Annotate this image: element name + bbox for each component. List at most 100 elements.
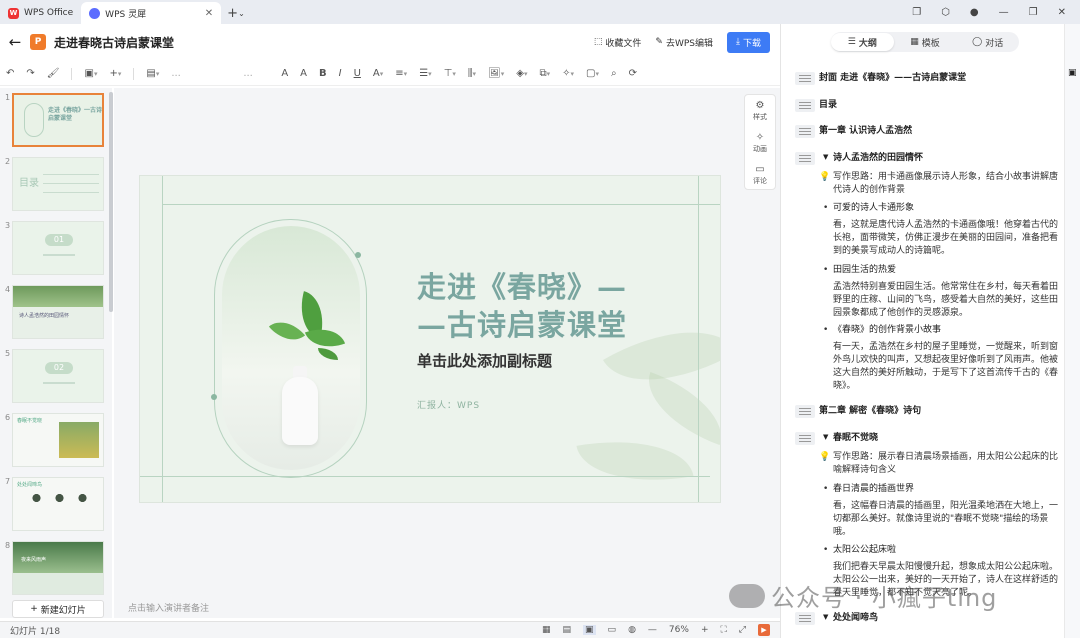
side-tool-icon[interactable]: ▣ — [1068, 68, 1077, 78]
favorite-button[interactable]: ⬚ 收藏文件 — [594, 36, 642, 49]
sorter-view-icon[interactable]: ▤ — [563, 625, 572, 635]
tab-template[interactable]: ▦ 模板 — [894, 33, 957, 51]
slide-reporter[interactable]: 汇报人：WPS — [417, 398, 480, 411]
zoom-level[interactable]: 76% — [669, 625, 689, 635]
undo-icon[interactable]: ↶ — [6, 68, 14, 79]
close-tab-icon[interactable]: ✕ — [205, 8, 213, 19]
writing-tip[interactable]: 写作思路：展示春日清晨场景插画，用太阳公公起床的比喻解释诗句含义 — [833, 451, 1064, 477]
shape-fill-icon[interactable]: ◈▾ — [516, 68, 527, 79]
edit-in-wps-button[interactable]: ✎ 去WPS编辑 — [655, 36, 713, 49]
maximize-icon[interactable]: ❐ — [1029, 7, 1038, 18]
outline-heading[interactable]: 第二章 解密《春晓》诗句 — [819, 405, 1056, 418]
collapse-arrow-icon[interactable]: ▼ — [823, 153, 828, 161]
outline-body[interactable]: 看，这幅春日清晨的插画里，阳光温柔地洒在大地上，一切都那么美好。就像诗里说的"春… — [833, 500, 1064, 539]
outline-body[interactable]: 孟浩然特别喜爱田园生活。他常常住在乡村，每天看着田野里的庄稼、山间的飞鸟，感受着… — [833, 281, 1064, 320]
outline-heading[interactable]: 第一章 认识诗人孟浩然 — [819, 125, 1056, 138]
close-window-icon[interactable]: ✕ — [1058, 7, 1066, 18]
outline-bullet[interactable]: 可爱的诗人卡通形象 — [823, 202, 1056, 215]
column-icon[interactable]: ⫼▾ — [468, 68, 476, 79]
redo-icon[interactable]: ↷ — [26, 68, 34, 79]
thumb-title: 夜来风雨声 — [21, 557, 47, 563]
slide-canvas[interactable]: 走进《春晓》— —古诗启蒙课堂 单击此处添加副标题 汇报人：WPS — [139, 175, 721, 503]
outline-heading[interactable]: 目录 — [819, 99, 1056, 112]
layout-icon[interactable]: ▤▾ — [146, 68, 159, 79]
vertical-align-icon[interactable]: ⊤▾ — [444, 68, 456, 79]
align-left-icon[interactable]: ≡▾ — [395, 68, 407, 79]
bold-icon[interactable]: B — [319, 68, 327, 79]
animation-button[interactable]: ✧ 动画 — [745, 127, 775, 159]
new-slide-button[interactable]: + 新建幻灯片 — [12, 600, 104, 618]
minimize-icon[interactable]: — — [999, 7, 1009, 18]
zoom-out-icon[interactable]: — — [648, 625, 657, 635]
slide-thumbnail[interactable]: 夜来风雨声 — [12, 541, 104, 595]
format-painter-icon[interactable]: 🖌 — [47, 68, 60, 79]
lightbulb-icon: 💡 — [819, 452, 831, 462]
collapse-arrow-icon[interactable]: ▼ — [823, 433, 828, 441]
italic-icon[interactable]: I — [339, 68, 342, 79]
zoom-in-icon[interactable]: + — [701, 625, 709, 635]
thumbnail-scrollbar[interactable] — [109, 92, 113, 312]
tab-wps-lingxi[interactable]: WPS 灵犀 ✕ — [81, 2, 222, 24]
fullscreen-icon[interactable]: ⤢ — [739, 625, 746, 635]
outline-bullet[interactable]: 太阳公公起床啦 — [823, 544, 1056, 557]
outline-section[interactable]: 春眠不觉晓 — [833, 432, 1056, 445]
arrange-icon[interactable]: ⧉▾ — [539, 68, 550, 79]
insert-icon[interactable]: +▾ — [109, 68, 121, 79]
download-icon: ⤓ — [736, 37, 740, 47]
back-arrow-icon[interactable]: ← — [0, 33, 30, 51]
speaker-notes-input[interactable]: 点击输入演讲者备注 — [128, 601, 209, 614]
download-label: 下载 — [742, 38, 761, 49]
picture-icon[interactable]: 🖼▾ — [488, 68, 504, 79]
tab-chat[interactable]: ◯ 对话 — [956, 33, 1019, 51]
outline-heading[interactable]: 封面 走进《春晓》——古诗启蒙课堂 — [819, 72, 1056, 85]
outline-bullet[interactable]: 田园生活的热爱 — [823, 264, 1056, 277]
outline-section[interactable]: 诗人孟浩然的田园情怀 — [833, 152, 1056, 165]
slide-thumbnail[interactable]: 走进《春晓》一古诗启蒙课堂 — [12, 93, 104, 147]
refresh-icon[interactable]: ⟳ — [629, 68, 637, 79]
increase-font-icon[interactable]: A — [281, 68, 288, 79]
slide-thumbnail[interactable]: 02 — [12, 349, 104, 403]
tab-outline[interactable]: ☰ 大纲 — [831, 33, 894, 51]
font-family-select[interactable]: ... — [171, 68, 231, 79]
slide-thumbnail[interactable]: 01 — [12, 221, 104, 275]
normal-view-icon[interactable]: ▦ — [542, 625, 551, 635]
play-slideshow-icon[interactable]: ▶ — [758, 624, 770, 636]
title-line: —古诗启蒙课堂 — [417, 308, 628, 342]
outline-bullet[interactable]: 《春晓》的创作背景小故事 — [823, 324, 1056, 337]
slide-thumbnail[interactable]: 春眠不觉晓 — [12, 413, 104, 467]
reading-view-icon[interactable]: ▣ — [583, 625, 596, 635]
thumb-number: 7 — [5, 477, 11, 486]
list-icon[interactable]: ☰▾ — [419, 68, 431, 79]
restore-tabs-icon[interactable]: ❐ — [912, 7, 921, 18]
search-icon[interactable]: ⌕ — [611, 68, 617, 79]
slide-thumbnail[interactable]: 目录 — [12, 157, 104, 211]
outline-section[interactable]: 处处闻啼鸟 — [833, 612, 1056, 625]
cube-icon[interactable]: ⬡ — [941, 7, 950, 18]
notes-view-icon[interactable]: ▭ — [608, 625, 617, 635]
outline-body[interactable]: 看，这就是唐代诗人孟浩然的卡通画像哦！他穿着古代的长袍，面带微笑，仿佛正漫步在美… — [833, 219, 1064, 258]
comment-button[interactable]: ▭ 评论 — [745, 159, 775, 191]
font-color-icon[interactable]: A▾ — [373, 68, 383, 79]
fit-window-icon[interactable]: ⛶ — [720, 625, 726, 635]
crop-icon[interactable]: ▢▾ — [586, 68, 599, 79]
decrease-font-icon[interactable]: A — [300, 68, 307, 79]
style-button[interactable]: ⚙ 样式 — [745, 95, 775, 127]
writing-tip[interactable]: 写作思路：用卡通画像展示诗人形象，结合小故事讲解唐代诗人的创作背景 — [833, 171, 1064, 197]
slide-thumbnail[interactable]: 处处闻啼鸟 — [12, 477, 104, 531]
slide-thumbnail[interactable]: 诗人孟浩然的田园情怀 — [12, 285, 104, 339]
slide-subtitle[interactable]: 单击此处添加副标题 — [417, 350, 552, 371]
collapse-arrow-icon[interactable]: ▼ — [823, 613, 828, 621]
effects-icon[interactable]: ✧▾ — [562, 68, 574, 79]
underline-icon[interactable]: U — [354, 68, 361, 79]
slide-title[interactable]: 走进《春晓》— —古诗启蒙课堂 — [417, 268, 697, 344]
outline-bullet[interactable]: 春日清晨的插画世界 — [823, 483, 1056, 496]
web-view-icon[interactable]: ◍ — [628, 625, 636, 635]
slideshow-icon[interactable]: ▣▾ — [84, 68, 97, 79]
tab-wps-office[interactable]: W WPS Office — [0, 2, 81, 24]
avatar[interactable]: ● — [970, 7, 979, 18]
plus-icon: + — [30, 604, 38, 614]
download-button[interactable]: ⤓ 下载 — [727, 31, 770, 53]
new-tab-button[interactable]: + ⌄ — [221, 2, 251, 24]
font-size-select[interactable]: ... — [243, 68, 269, 79]
outline-body[interactable]: 有一天，孟浩然在乡村的屋子里睡觉，一觉醒来，听到窗外鸟儿欢快的叫声，又想起夜里好… — [833, 341, 1064, 393]
